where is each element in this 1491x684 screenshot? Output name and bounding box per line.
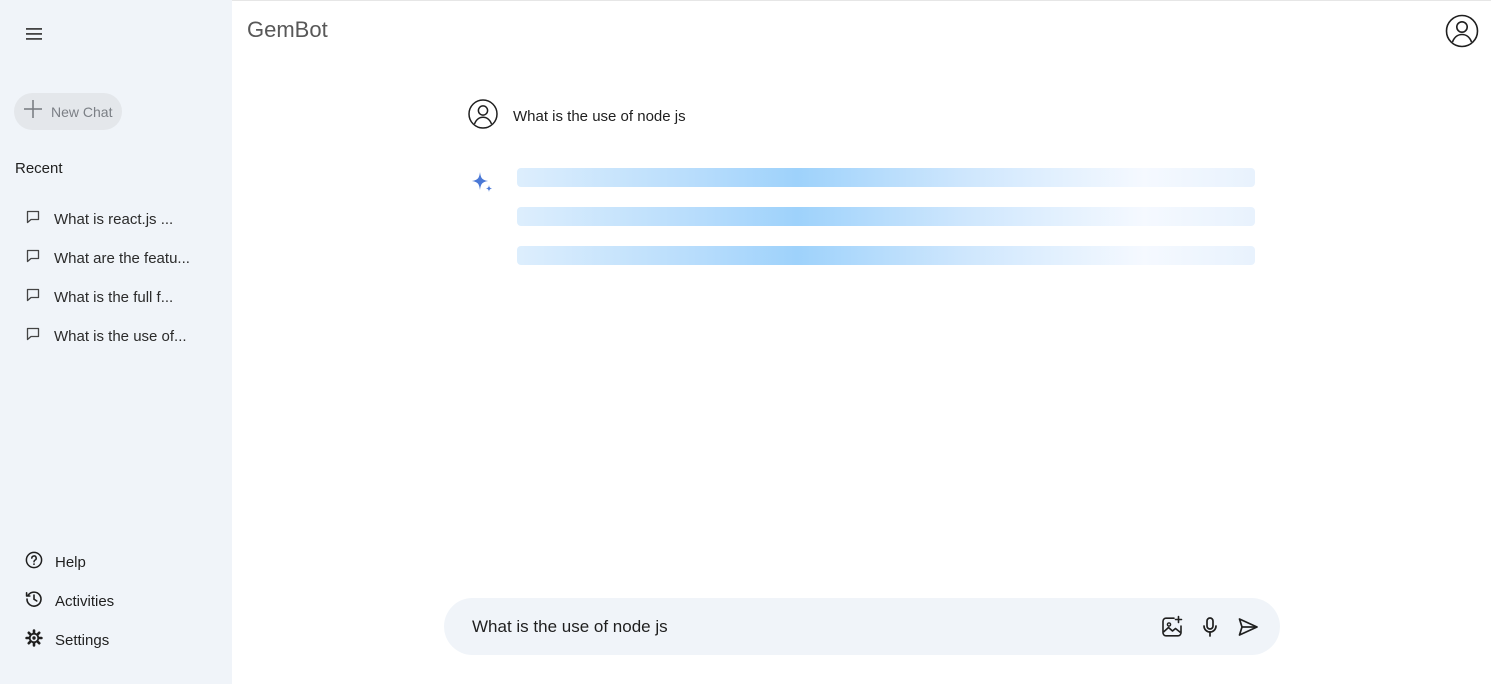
user-message: What is the use of node js: [467, 98, 686, 135]
new-chat-label: New Chat: [51, 103, 113, 120]
history-icon: [25, 590, 43, 613]
send-icon[interactable]: [1236, 615, 1260, 639]
recent-item-label: What are the featu...: [54, 250, 190, 267]
user-avatar-icon: [467, 98, 499, 135]
sidebar-bottom-menu: Help Activities Settings: [17, 543, 222, 660]
top-divider: [232, 0, 1491, 1]
loader-bar: [517, 207, 1255, 226]
recent-item[interactable]: What is the use of...: [17, 317, 222, 356]
user-question-text: What is the use of node js: [513, 108, 686, 125]
recent-heading: Recent: [15, 160, 63, 177]
help-button[interactable]: Help: [17, 543, 222, 582]
input-actions: [1160, 615, 1260, 639]
recent-item[interactable]: What are the featu...: [17, 239, 222, 278]
prompt-input[interactable]: [472, 616, 1160, 637]
recent-list: What is react.js ... What are the featu.…: [17, 200, 222, 356]
recent-item[interactable]: What is react.js ...: [17, 200, 222, 239]
prompt-input-container: [444, 598, 1280, 655]
recent-item-label: What is react.js ...: [54, 211, 174, 228]
plus-icon: [23, 99, 43, 124]
loader-bar: [517, 168, 1255, 187]
settings-button[interactable]: Settings: [17, 621, 222, 660]
image-upload-icon[interactable]: [1160, 615, 1184, 639]
loader-bar: [517, 246, 1255, 265]
message-icon: [25, 248, 41, 269]
settings-label: Settings: [55, 632, 110, 649]
app-title: GemBot: [247, 17, 328, 42]
gear-icon: [25, 629, 43, 652]
profile-icon[interactable]: [1444, 13, 1480, 49]
message-icon: [25, 287, 41, 308]
gem-sparkle-icon: [470, 170, 494, 201]
menu-icon[interactable]: [22, 22, 46, 46]
sidebar: New Chat Recent What is react.js ... Wha…: [0, 0, 232, 684]
recent-item-label: What is the use of...: [54, 328, 187, 345]
help-label: Help: [55, 554, 86, 571]
recent-item[interactable]: What is the full f...: [17, 278, 222, 317]
message-icon: [25, 326, 41, 347]
response-loader: [517, 168, 1255, 285]
microphone-icon[interactable]: [1198, 615, 1222, 639]
activities-button[interactable]: Activities: [17, 582, 222, 621]
new-chat-button[interactable]: New Chat: [14, 93, 123, 130]
recent-item-label: What is the full f...: [54, 289, 174, 306]
activities-label: Activities: [55, 593, 115, 610]
help-icon: [25, 551, 43, 574]
message-icon: [25, 209, 41, 230]
